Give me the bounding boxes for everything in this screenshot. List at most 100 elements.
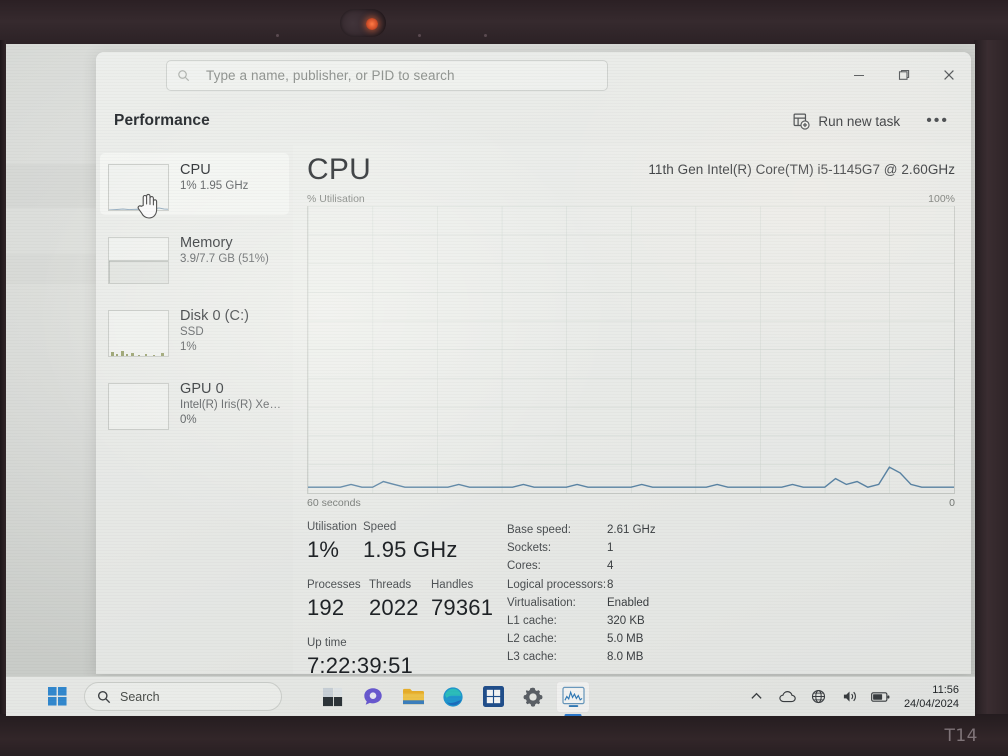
stat-uptime: Up time 7:22:39:51 xyxy=(307,635,413,674)
close-icon xyxy=(943,69,954,80)
command-bar: Performance Run new task ••• xyxy=(96,97,971,145)
sidebar-item-disk0[interactable]: Disk 0 (C:) SSD 1% xyxy=(100,299,289,361)
graph-time-label: 60 seconds xyxy=(307,497,361,509)
more-options-button[interactable]: ••• xyxy=(914,107,961,135)
spec-row: Virtualisation: Enabled xyxy=(507,594,955,612)
spec-row: Sockets: 1 xyxy=(507,539,955,557)
sidebar-item-label: CPU xyxy=(180,162,211,178)
cpu-heading: CPU xyxy=(307,153,371,186)
sidebar-item-sub: 3.9/7.7 GB (51%) xyxy=(180,253,269,265)
sidebar-item-gpu0[interactable]: GPU 0 Intel(R) Iris(R) Xe Grap... 0% xyxy=(100,372,289,434)
taskbar-search-label: Search xyxy=(120,689,160,704)
sidebar-item-memory-text: Memory 3.9/7.7 GB (51%) xyxy=(180,232,269,267)
cpu-header: CPU 11th Gen Intel(R) Core(TM) i5-1145G7… xyxy=(307,153,955,187)
command-bar-actions: Run new task ••• xyxy=(783,97,961,145)
gpu-sparkline-icon xyxy=(109,384,169,430)
chat-button[interactable] xyxy=(356,681,390,713)
store-button[interactable] xyxy=(476,681,510,713)
laptop-photo: T14 Type a name, publisher, or PID to se… xyxy=(0,0,1008,756)
new-window-plus-icon xyxy=(793,113,811,130)
task-manager-icon xyxy=(561,686,585,707)
graph-y-axis-label: % Utilisation xyxy=(307,193,365,205)
sidebar-item-sub2: 1% xyxy=(180,341,197,353)
gear-icon xyxy=(523,687,543,707)
onedrive-cloud-icon xyxy=(779,691,796,703)
window-controls xyxy=(836,52,971,97)
taskbar-clock[interactable]: 11:56 24/04/2024 xyxy=(898,683,967,711)
spec-key: Sockets: xyxy=(507,542,552,555)
spec-value: 2.61 GHz xyxy=(607,524,656,536)
spec-key: L1 cache: xyxy=(507,615,557,628)
graph-zero-label: 0 xyxy=(949,497,955,509)
stat-spacer xyxy=(307,565,502,577)
battery-tray-button[interactable] xyxy=(867,682,895,712)
battery-icon xyxy=(871,691,890,702)
spec-key: Base speed: xyxy=(507,524,571,536)
sidebar-item-cpu[interactable]: CPU 1% 1.95 GHz xyxy=(100,153,289,215)
sidebar-item-disk0-text: Disk 0 (C:) SSD 1% xyxy=(180,305,249,355)
stat-label: Handles xyxy=(431,579,474,591)
cpu-sparkline-icon xyxy=(109,207,168,210)
page-title: Performance xyxy=(114,112,210,129)
task-manager-button[interactable] xyxy=(556,680,590,713)
mic-dot xyxy=(276,34,279,37)
clock-date: 24/04/2024 xyxy=(903,697,959,710)
edge-icon xyxy=(443,686,463,707)
task-manager-window: Performance Run new task ••• xyxy=(96,52,971,674)
laptop-right-bezel xyxy=(974,40,1008,756)
stat-utilisation: Utilisation 1% xyxy=(307,519,363,565)
spec-row: Base speed: 2.61 GHz xyxy=(507,521,955,539)
mic-dot xyxy=(418,34,421,37)
run-new-task-button[interactable]: Run new task xyxy=(783,107,910,136)
taskbar-search[interactable]: Search xyxy=(84,682,282,711)
restore-icon xyxy=(898,69,909,80)
stat-row-2: Processes 192 Threads 2022 Handles 79361 xyxy=(307,577,502,623)
spec-value: 8 xyxy=(607,578,614,591)
search-icon xyxy=(178,70,190,82)
sidebar-item-sub2: 0% xyxy=(180,414,197,426)
close-button[interactable] xyxy=(926,52,971,97)
screen: Performance Run new task ••• xyxy=(6,44,975,716)
sidebar-item-memory[interactable]: Memory 3.9/7.7 GB (51%) xyxy=(100,226,289,288)
taskbar-left: Search xyxy=(40,680,590,713)
task-manager-body: CPU 1% 1.95 GHz Memory 3.9/7.7 GB (51%) … xyxy=(96,145,971,674)
spec-value: 4 xyxy=(607,560,614,573)
spec-value: 320 KB xyxy=(607,615,645,628)
edge-button[interactable] xyxy=(436,681,470,713)
spec-row: L2 cache: 5.0 MB xyxy=(507,630,955,648)
stat-label: Processes xyxy=(307,579,361,591)
search-input[interactable] xyxy=(198,68,597,83)
start-button[interactable] xyxy=(40,681,74,713)
resource-sidebar: CPU 1% 1.95 GHz Memory 3.9/7.7 GB (51%) … xyxy=(96,145,293,674)
chevron-up-icon xyxy=(751,692,763,699)
onedrive-tray-button[interactable] xyxy=(774,682,802,712)
spec-row: L3 cache: 8.0 MB xyxy=(507,648,955,666)
chat-icon xyxy=(364,687,382,705)
gpu-thumbnail xyxy=(108,383,169,430)
stat-label: Utilisation xyxy=(307,521,357,533)
spec-row: Logical processors: 8 xyxy=(507,576,955,594)
search-box[interactable] xyxy=(166,60,608,91)
search-icon xyxy=(97,690,111,703)
settings-button[interactable] xyxy=(516,681,550,713)
disk-thumbnail xyxy=(108,310,169,357)
windows-start-icon xyxy=(47,687,67,706)
cpu-spec-list: Base speed: 2.61 GHz Sockets: 1 Cores: 4 xyxy=(502,519,955,674)
globe-network-icon xyxy=(812,689,826,704)
spec-row: L1 cache: 320 KB xyxy=(507,612,955,630)
minimize-button[interactable] xyxy=(836,52,881,97)
network-tray-button[interactable] xyxy=(805,682,833,712)
spec-key: Logical processors: xyxy=(507,578,607,591)
spec-value: 8.0 MB xyxy=(607,651,644,664)
graph-top-labels: % Utilisation 100% xyxy=(307,193,955,205)
spec-value: Enabled xyxy=(607,596,650,609)
maximize-button[interactable] xyxy=(881,52,926,97)
file-explorer-button[interactable] xyxy=(396,681,430,713)
volume-tray-button[interactable] xyxy=(836,682,864,712)
task-view-button[interactable] xyxy=(316,681,350,713)
spec-row: Cores: 4 xyxy=(507,557,955,575)
tray-expand-button[interactable] xyxy=(743,682,771,712)
task-view-icon xyxy=(323,687,343,706)
disk-sparkline-icon xyxy=(111,351,164,356)
webcam-led-icon xyxy=(366,18,378,30)
